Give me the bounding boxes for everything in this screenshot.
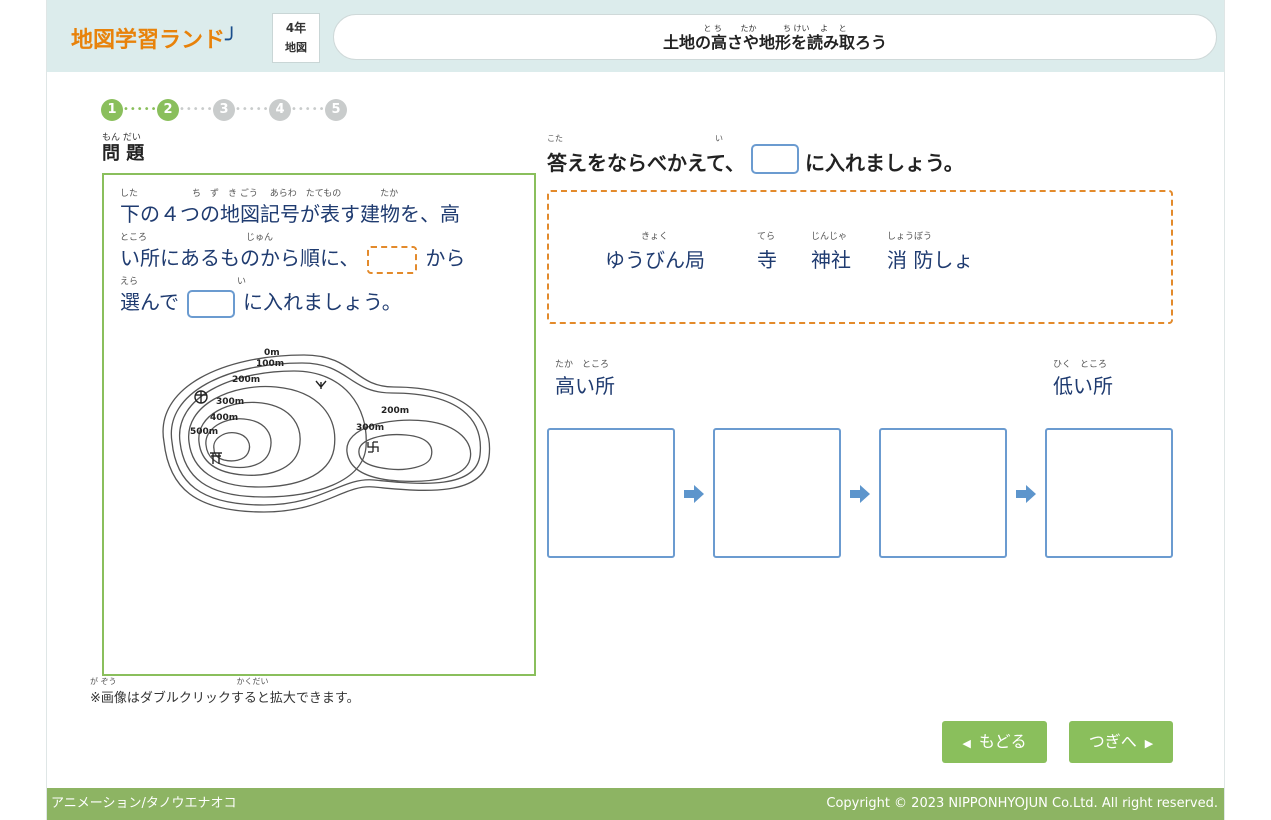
grade-text: 4年: [285, 21, 307, 35]
high-place-label: たか ところ 高い所: [555, 360, 615, 399]
japan-map-icon: ╯: [225, 28, 239, 53]
problem-heading-text: 問 題: [102, 143, 145, 164]
footer: アニメーション/タノウエナオコ Copyright © 2023 NIPPONH…: [47, 788, 1224, 820]
problem-line2-tail: から: [425, 246, 466, 270]
step-5: 5: [325, 99, 347, 121]
contour-label-400m: 400m: [210, 413, 238, 423]
choice-temple[interactable]: てら 寺: [757, 232, 777, 273]
contour-label-500m: 500m: [190, 427, 218, 437]
low-place-label: ひく ところ 低い所: [1053, 360, 1113, 399]
step-1: 1: [101, 99, 123, 121]
problem-text: した ち ず き ごう あらわ たてもの たか 下の４つの地図記号が表す建物を、…: [120, 189, 530, 321]
contour-label-200m-east: 200m: [381, 406, 409, 416]
choices-box-sample: [367, 245, 418, 274]
contour-label-300m: 300m: [216, 397, 244, 407]
choice-fire-station[interactable]: しょうぼう 消 防しょ: [887, 232, 973, 273]
grade-badge: 4年 地図: [272, 13, 320, 63]
zoom-note-text: ※画像はダブルクリックすると拡大できます。: [90, 691, 360, 706]
footer-copyright: Copyright © 2023 NIPPONHYOJUN Co.Ltd. Al…: [826, 796, 1218, 811]
zoom-note-ruby: が ぞう かくだい: [90, 677, 269, 686]
arrow-right-icon: [850, 485, 870, 503]
problem-line2: い所にあるものから順に、 から: [120, 241, 465, 275]
answer-box-sample: [751, 144, 799, 174]
problem-line1: 下の４つの地図記号が表す建物を、高: [120, 202, 460, 226]
problem-line3: 選んで に入れましょう。: [120, 285, 402, 319]
temple-icon: [367, 441, 379, 453]
step-4: 4: [269, 99, 291, 121]
zoom-note: が ぞう かくだい ※画像はダブルクリックすると拡大できます。: [90, 677, 360, 706]
app-logo[interactable]: 地図学習ランド╯: [71, 22, 238, 54]
choice-post-office[interactable]: きょく ゆうびん局: [605, 232, 705, 273]
choice-post-office-label: ゆうびん局: [605, 248, 705, 272]
answer-slot-2[interactable]: [713, 428, 841, 558]
answer-heading-tail: に入れましょう。: [805, 151, 964, 175]
step-connector: •••••: [179, 104, 214, 115]
choice-shrine[interactable]: じんじゃ 神社: [811, 232, 851, 273]
low-place-text: 低い所: [1053, 374, 1113, 398]
problem-heading: もん だい 問 題: [102, 133, 144, 165]
problem-panel[interactable]: した ち ず き ごう あらわ たてもの たか 下の４つの地図記号が表す建物を、…: [102, 173, 536, 676]
step-connector: •••••: [291, 104, 326, 115]
step-3: 3: [213, 99, 235, 121]
step-connector: •••••: [235, 104, 270, 115]
high-place-text: 高い所: [555, 374, 615, 398]
answer-heading-line: 答えをならべかえて、 に入れましょう。: [547, 144, 964, 176]
caret-left-icon: ◀: [962, 737, 971, 750]
answer-heading-text: 答えをならべかえて、: [547, 151, 745, 175]
arrow-right-icon: [1016, 485, 1036, 503]
answer-heading-ruby: こた い: [547, 134, 723, 143]
problem-line3-text: 選んで: [120, 290, 179, 314]
back-button[interactable]: ◀ もどる: [942, 721, 1047, 763]
choice-area: きょく ゆうびん局 てら 寺 じんじゃ 神社 しょうぼう 消 防しょ: [547, 190, 1173, 324]
back-button-label: もどる: [978, 732, 1027, 751]
caret-right-icon: ▶: [1144, 737, 1154, 750]
subject-text: 地図: [285, 41, 307, 54]
choice-fire-station-ruby: しょうぼう: [887, 232, 933, 242]
contour-label-200m: 200m: [232, 375, 260, 385]
answer-box-sample: [187, 289, 235, 318]
contour-map[interactable]: 0m 100m 200m 300m 400m 500m 200m 300m: [144, 347, 504, 517]
fire-station-icon: [315, 380, 327, 389]
high-place-ruby: たか ところ: [555, 360, 610, 370]
page-title: 土地の高さや地形を読み取ろう: [662, 33, 887, 52]
problem-line2-text: い所にあるものから順に、: [120, 246, 360, 270]
answer-slot-3[interactable]: [879, 428, 1007, 558]
step-connector: •••••: [123, 104, 158, 115]
header: 地図学習ランド╯ 4年 地図 と ち たか ち けい よ と 土地の高さや地形を…: [47, 0, 1224, 72]
post-office-icon: [194, 390, 208, 404]
answer-heading: こた い 答えをならべかえて、 に入れましょう。: [547, 134, 964, 176]
choice-shrine-label: 神社: [811, 248, 851, 272]
app-frame: 地図学習ランド╯ 4年 地図 と ち たか ち けい よ と 土地の高さや地形を…: [46, 0, 1225, 820]
contour-label-300m-east: 300m: [356, 423, 384, 433]
answer-slot-1[interactable]: [547, 428, 675, 558]
low-place-ruby: ひく ところ: [1053, 360, 1108, 370]
problem-line3-tail: に入れましょう。: [243, 290, 402, 314]
contour-label-0m: 0m: [264, 348, 280, 358]
choice-temple-label: 寺: [757, 248, 777, 272]
page-title-bar: と ち たか ち けい よ と 土地の高さや地形を読み取ろう: [333, 14, 1217, 60]
arrow-right-icon: [684, 485, 704, 503]
step-2: 2: [157, 99, 179, 121]
step-indicator: 1 ••••• 2 ••••• 3 ••••• 4 ••••• 5: [101, 97, 347, 123]
choice-fire-station-label: 消 防しょ: [887, 248, 974, 272]
problem-heading-ruby: もん だい: [102, 133, 141, 143]
logo-text: 地図学習ランド: [71, 28, 226, 53]
contour-label-100m: 100m: [256, 359, 284, 369]
footer-credit: アニメーション/タノウエナオコ: [51, 796, 237, 811]
next-button[interactable]: つぎへ ▶: [1069, 721, 1173, 763]
next-button-label: つぎへ: [1088, 732, 1137, 751]
answer-slot-4[interactable]: [1045, 428, 1173, 558]
